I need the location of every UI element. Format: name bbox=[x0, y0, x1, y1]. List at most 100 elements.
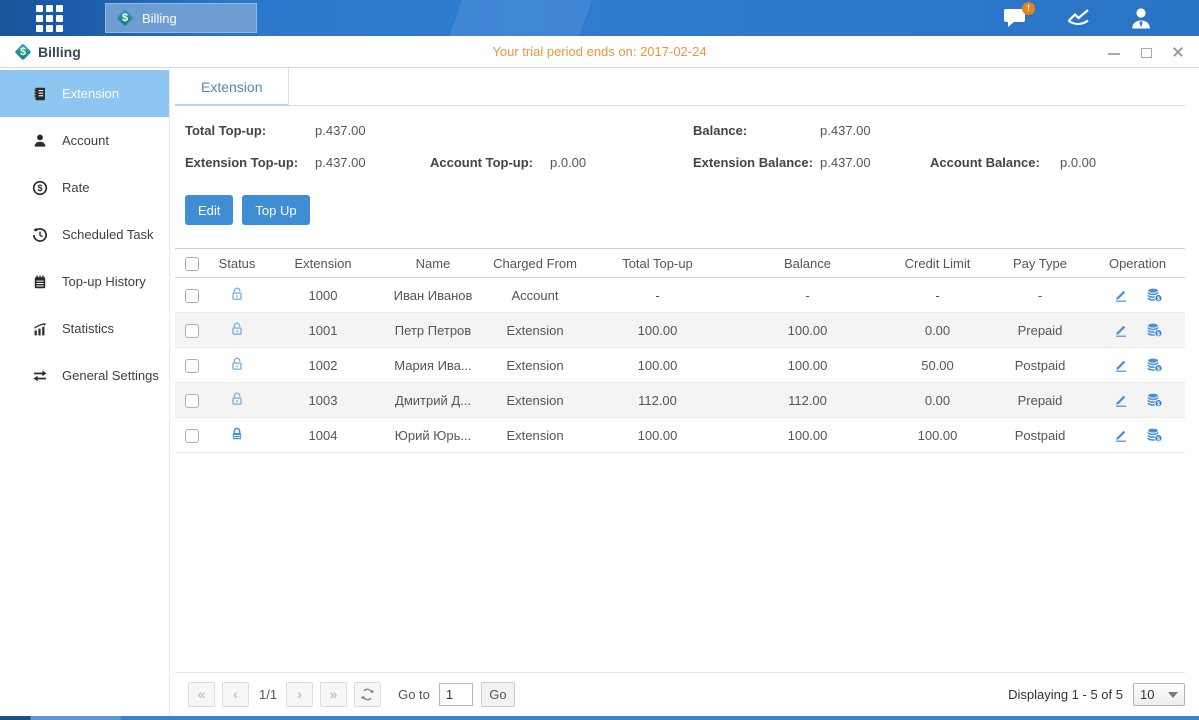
column-header-credit-limit: Credit Limit bbox=[885, 256, 990, 271]
cell-total-top-up: 112.00 bbox=[585, 393, 730, 408]
billing-diamond-icon: $ bbox=[116, 9, 134, 27]
sidebar-item-general-settings[interactable]: General Settings bbox=[0, 352, 169, 399]
cell-pay-type: Prepaid bbox=[990, 393, 1090, 408]
window-titlebar: $ Billing Your trial period ends on: 201… bbox=[0, 36, 1199, 68]
maximize-icon[interactable] bbox=[1139, 45, 1153, 59]
top-up-coins-icon[interactable]: $ bbox=[1146, 322, 1163, 338]
app-grid-icon[interactable] bbox=[36, 5, 63, 32]
next-page-icon[interactable]: › bbox=[286, 682, 313, 707]
tab-strip: Extension bbox=[175, 68, 1185, 106]
sidebar-item-label: Extension bbox=[62, 86, 119, 101]
summary-value: p.437.00 bbox=[820, 155, 930, 170]
summary-label: Account Balance: bbox=[930, 155, 1060, 170]
row-checkbox[interactable] bbox=[185, 429, 199, 443]
cell-name: Мария Ива... bbox=[381, 358, 485, 373]
top-up-coins-icon[interactable]: $ bbox=[1146, 357, 1163, 373]
cell-total-top-up: 100.00 bbox=[585, 358, 730, 373]
cell-extension: 1000 bbox=[265, 288, 381, 303]
edit-pencil-icon[interactable] bbox=[1113, 287, 1129, 303]
row-checkbox[interactable] bbox=[185, 289, 199, 303]
goto-page-input[interactable] bbox=[439, 683, 473, 706]
notification-badge: ! bbox=[1022, 2, 1035, 15]
lock-open-icon[interactable] bbox=[229, 391, 245, 407]
table-header: Status Extension Name Charged From Total… bbox=[175, 248, 1185, 278]
edit-pencil-icon[interactable] bbox=[1113, 392, 1129, 408]
summary-value: p.0.00 bbox=[1060, 155, 1185, 170]
cell-charged-from: Account bbox=[485, 288, 585, 303]
lock-open-icon[interactable] bbox=[229, 321, 245, 337]
close-icon[interactable] bbox=[1171, 45, 1185, 59]
bottom-taskbar-strip bbox=[0, 716, 1199, 720]
trial-notice: Your trial period ends on: 2017-02-24 bbox=[0, 44, 1199, 59]
sidebar-item-label: Scheduled Task bbox=[62, 227, 154, 242]
last-page-icon[interactable]: » bbox=[320, 682, 347, 707]
lock-open-icon[interactable] bbox=[229, 286, 245, 302]
cell-balance: 112.00 bbox=[730, 393, 885, 408]
account-person-icon bbox=[31, 132, 49, 150]
chevron-down-icon bbox=[1168, 692, 1178, 698]
column-header-total-top-up: Total Top-up bbox=[585, 256, 730, 271]
prev-page-icon[interactable]: ‹ bbox=[222, 682, 249, 707]
user-icon[interactable] bbox=[1129, 7, 1153, 30]
edit-pencil-icon[interactable] bbox=[1113, 357, 1129, 373]
sidebar-item-rate[interactable]: $ Rate bbox=[0, 164, 169, 211]
sidebar-item-top-up-history[interactable]: Top-up History bbox=[0, 258, 169, 305]
cell-balance: - bbox=[730, 288, 885, 303]
cell-balance: 100.00 bbox=[730, 358, 885, 373]
cell-name: Юрий Юрь... bbox=[381, 428, 485, 443]
minimize-icon[interactable] bbox=[1107, 45, 1121, 59]
billing-summary: Total Top-up: p.437.00 Balance: p.437.00… bbox=[185, 123, 1185, 170]
first-page-icon[interactable]: « bbox=[188, 682, 215, 707]
page-size-select[interactable]: 10 bbox=[1133, 683, 1185, 706]
cell-credit-limit: 0.00 bbox=[885, 323, 990, 338]
sidebar-item-label: Top-up History bbox=[62, 274, 146, 289]
displaying-text: Displaying 1 - 5 of 5 bbox=[1008, 687, 1123, 702]
edit-pencil-icon[interactable] bbox=[1113, 427, 1129, 443]
taskbar-tab-billing[interactable]: $ Billing bbox=[105, 3, 257, 33]
cell-charged-from: Extension bbox=[485, 393, 585, 408]
cell-credit-limit: 50.00 bbox=[885, 358, 990, 373]
top-up-coins-icon[interactable]: $ bbox=[1146, 427, 1163, 443]
column-header-status: Status bbox=[209, 256, 265, 271]
statistics-chart-icon bbox=[31, 320, 49, 338]
extensions-table: Status Extension Name Charged From Total… bbox=[175, 248, 1185, 453]
edit-button[interactable]: Edit bbox=[185, 195, 233, 225]
summary-label: Total Top-up: bbox=[185, 123, 315, 138]
chart-icon[interactable] bbox=[1066, 7, 1091, 29]
cell-total-top-up: 100.00 bbox=[585, 323, 730, 338]
go-button[interactable]: Go bbox=[481, 682, 515, 707]
cell-credit-limit: 0.00 bbox=[885, 393, 990, 408]
tab-extension[interactable]: Extension bbox=[175, 68, 289, 106]
sidebar-item-scheduled-task[interactable]: Scheduled Task bbox=[0, 211, 169, 258]
sidebar: Extension Account $ Rate Scheduled Task … bbox=[0, 68, 170, 716]
edit-pencil-icon[interactable] bbox=[1113, 322, 1129, 338]
messages-icon[interactable]: ! bbox=[1003, 7, 1028, 29]
sidebar-item-account[interactable]: Account bbox=[0, 117, 169, 164]
sidebar-item-statistics[interactable]: Statistics bbox=[0, 305, 169, 352]
table-row: 1000 Иван Иванов Account - - - - $ bbox=[175, 278, 1185, 313]
table-row: 1001 Петр Петров Extension 100.00 100.00… bbox=[175, 313, 1185, 348]
lock-open-icon[interactable] bbox=[229, 356, 245, 372]
summary-label: Balance: bbox=[693, 123, 820, 138]
page-size-value: 10 bbox=[1140, 687, 1154, 702]
top-up-button[interactable]: Top Up bbox=[242, 195, 309, 225]
cell-name: Петр Петров bbox=[381, 323, 485, 338]
top-up-coins-icon[interactable]: $ bbox=[1146, 392, 1163, 408]
column-header-name: Name bbox=[381, 256, 485, 271]
row-checkbox[interactable] bbox=[185, 359, 199, 373]
row-checkbox[interactable] bbox=[185, 394, 199, 408]
summary-value: p.437.00 bbox=[315, 123, 693, 138]
cell-extension: 1003 bbox=[265, 393, 381, 408]
select-all-checkbox[interactable] bbox=[185, 257, 199, 271]
extension-book-icon bbox=[31, 85, 49, 103]
main-panel: Extension Total Top-up: p.437.00 Balance… bbox=[170, 68, 1199, 716]
lock-closed-icon[interactable] bbox=[229, 426, 245, 442]
column-header-extension: Extension bbox=[265, 256, 381, 271]
pagination-bar: « ‹ 1/1 › » Go to Go Displaying 1 - 5 of… bbox=[175, 672, 1185, 716]
row-checkbox[interactable] bbox=[185, 324, 199, 338]
refresh-icon[interactable] bbox=[354, 682, 381, 707]
top-up-coins-icon[interactable]: $ bbox=[1146, 287, 1163, 303]
table-row: 1004 Юрий Юрь... Extension 100.00 100.00… bbox=[175, 418, 1185, 453]
column-header-charged-from: Charged From bbox=[485, 256, 585, 271]
sidebar-item-extension[interactable]: Extension bbox=[0, 70, 169, 117]
